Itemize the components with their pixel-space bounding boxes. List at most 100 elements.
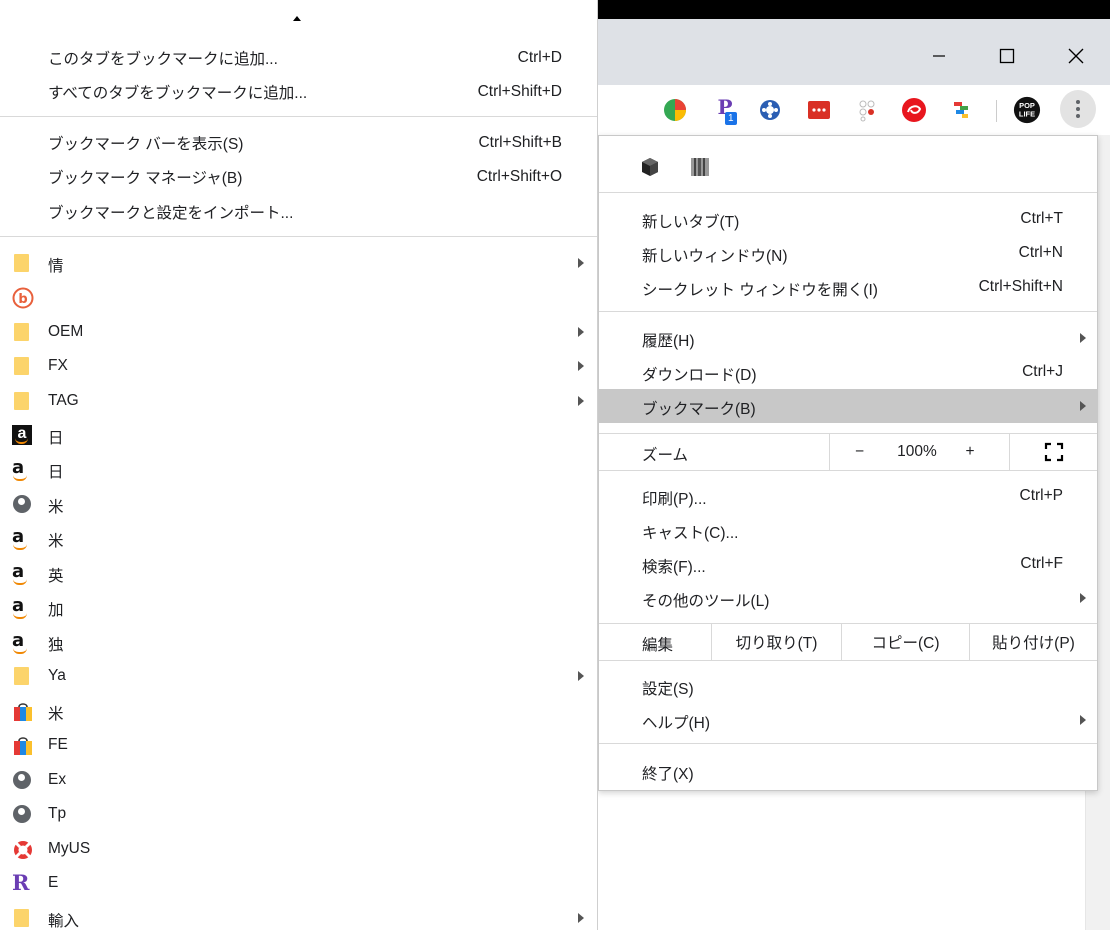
- more-vert-icon: [1076, 100, 1080, 118]
- menu-item-bookmark-all-tabs[interactable]: すべてのタブをブックマークに追加... Ctrl+Shift+D: [0, 75, 598, 109]
- bookmark-folder[interactable]: Ya: [0, 659, 598, 693]
- bookmark-item[interactable]: 米: [0, 487, 598, 521]
- barcode-icon: [691, 158, 709, 176]
- zoom-row: ズーム − 100% +: [599, 433, 1097, 471]
- barcode-extension-button[interactable]: [689, 156, 711, 183]
- bookmark-label: FE: [48, 736, 68, 753]
- pop-life-extension[interactable]: POP LIFE: [1013, 96, 1041, 124]
- bookmark-item[interactable]: Tp: [0, 797, 598, 831]
- menu-item-shortcut: Ctrl+D: [517, 49, 562, 66]
- pop-life-extension-icon: POPLIFE: [1013, 96, 1041, 124]
- toolbar-divider: [996, 100, 997, 122]
- bookmark-folder[interactable]: TAG: [0, 384, 598, 418]
- fullscreen-button[interactable]: [1009, 434, 1097, 470]
- bookmark-label: 日: [48, 430, 64, 447]
- bookmark-item[interactable]: a 日: [0, 418, 598, 452]
- scroll-up-arrow-icon[interactable]: [293, 16, 301, 21]
- menu-item-label: ブックマークと設定をインポート...: [48, 205, 294, 222]
- zoom-out-icon: −: [854, 443, 865, 460]
- bookmarks-submenu: このタブをブックマークに追加... Ctrl+D すべてのタブをブックマークに追…: [0, 0, 598, 930]
- folder-icon: [14, 909, 29, 927]
- menu-item-new-tab[interactable]: 新しいタブ(T) Ctrl+T: [599, 202, 1097, 236]
- paste-button[interactable]: 貼り付け(P): [969, 624, 1097, 660]
- cube-extension-button[interactable]: [639, 156, 661, 183]
- menu-item-incognito[interactable]: シークレット ウィンドウを開く(I) Ctrl+Shift+N: [599, 270, 1097, 304]
- bookmark-item[interactable]: a 日: [0, 452, 598, 486]
- amazon-icon: a: [12, 632, 34, 654]
- bookmark-label: MyUS: [48, 840, 91, 857]
- menu-item-shortcut: Ctrl+P: [1019, 487, 1064, 504]
- menu-item-bookmark-this-tab[interactable]: このタブをブックマークに追加... Ctrl+D: [0, 41, 598, 75]
- submenu-arrow-icon: [1080, 401, 1086, 411]
- bookmark-item[interactable]: Ex: [0, 763, 598, 797]
- close-icon: [1068, 48, 1084, 64]
- menu-item-settings[interactable]: 設定(S): [599, 669, 1097, 703]
- menu-item-show-bookmarks-bar[interactable]: ブックマーク バーを表示(S) Ctrl+Shift+B: [0, 126, 598, 160]
- bookmark-item[interactable]: a 独: [0, 625, 598, 659]
- maximize-icon: [999, 48, 1015, 64]
- menu-item-exit[interactable]: 終了(X): [599, 754, 1097, 788]
- cut-button[interactable]: 切り取り(T): [711, 624, 841, 660]
- dots-extension[interactable]: [853, 96, 881, 124]
- menu-item-find[interactable]: 検索(F)... Ctrl+F: [599, 547, 1097, 581]
- bookmark-folder[interactable]: FX: [0, 349, 598, 383]
- menu-separator: [599, 192, 1097, 193]
- bookmark-folder[interactable]: OEM: [0, 315, 598, 349]
- red-swirl-extension[interactable]: [900, 96, 928, 124]
- bookmark-item[interactable]: MyUS: [0, 832, 598, 866]
- submenu-arrow-icon: [1080, 715, 1086, 725]
- extension-badge: 1: [725, 112, 737, 125]
- bookmark-item[interactable]: 米: [0, 694, 598, 728]
- copy-label: コピー(C): [871, 635, 940, 652]
- maximize-button[interactable]: [984, 41, 1030, 71]
- bookmark-label: FX: [48, 357, 68, 374]
- bookmark-item[interactable]: a 英: [0, 556, 598, 590]
- menu-item-print[interactable]: 印刷(P)... Ctrl+P: [599, 479, 1097, 513]
- bookmark-item[interactable]: b: [0, 280, 598, 314]
- submenu-arrow-icon: [578, 671, 584, 681]
- red-swirl-extension-icon: [902, 98, 926, 122]
- bookmark-label: TAG: [48, 392, 79, 409]
- menu-item-history[interactable]: 履歴(H): [599, 321, 1097, 355]
- bookmark-label: Tp: [48, 805, 67, 822]
- blue-circle-extension-icon: [760, 100, 780, 120]
- zoom-value-text: 100%: [897, 443, 937, 460]
- bookmark-label: 英: [48, 568, 64, 585]
- p-extension[interactable]: P 1: [711, 95, 739, 125]
- close-window-button[interactable]: [1053, 41, 1099, 71]
- pie-chart-extension[interactable]: [661, 96, 689, 124]
- chrome-menu-button[interactable]: [1060, 90, 1096, 128]
- menu-item-cast[interactable]: キャスト(C)...: [599, 513, 1097, 547]
- bookmark-item[interactable]: a 加: [0, 590, 598, 624]
- menu-item-new-window[interactable]: 新しいウィンドウ(N) Ctrl+N: [599, 236, 1097, 270]
- bookmark-item[interactable]: R E: [0, 866, 598, 900]
- zoom-out-button[interactable]: −: [829, 434, 889, 470]
- menu-item-label: ダウンロード(D): [642, 367, 757, 384]
- minimize-button[interactable]: [916, 41, 962, 71]
- bookmark-item[interactable]: FE: [0, 728, 598, 762]
- menu-item-downloads[interactable]: ダウンロード(D) Ctrl+J: [599, 355, 1097, 389]
- copy-button[interactable]: コピー(C): [841, 624, 969, 660]
- bookmark-item[interactable]: a 米: [0, 521, 598, 555]
- menu-item-shortcut: Ctrl+N: [1018, 244, 1063, 261]
- bookmark-label: OEM: [48, 323, 84, 340]
- folder-icon: [14, 392, 29, 410]
- blue-circle-extension[interactable]: [756, 96, 784, 124]
- menu-item-bookmark-manager[interactable]: ブックマーク マネージャ(B) Ctrl+Shift+O: [0, 160, 598, 194]
- menu-item-label: 新しいウィンドウ(N): [642, 248, 788, 265]
- bookmark-folder[interactable]: 情: [0, 246, 598, 280]
- menu-item-label: ブックマーク(B): [642, 401, 756, 418]
- submenu-arrow-icon: [578, 396, 584, 406]
- menu-item-bookmarks[interactable]: ブックマーク(B): [599, 389, 1097, 423]
- menu-item-help[interactable]: ヘルプ(H): [599, 703, 1097, 737]
- colorful-extension[interactable]: [948, 96, 976, 124]
- title-bar-top: [598, 0, 1110, 19]
- zoom-in-button[interactable]: +: [945, 434, 995, 470]
- red-dots-extension[interactable]: [805, 96, 833, 124]
- menu-separator: [599, 743, 1097, 744]
- menu-item-more-tools[interactable]: その他のツール(L): [599, 581, 1097, 615]
- zoom-value: 100%: [889, 434, 945, 470]
- bookmark-label: 独: [48, 637, 64, 654]
- menu-separator: [599, 311, 1097, 312]
- menu-item-import-bookmarks[interactable]: ブックマークと設定をインポート...: [0, 195, 598, 229]
